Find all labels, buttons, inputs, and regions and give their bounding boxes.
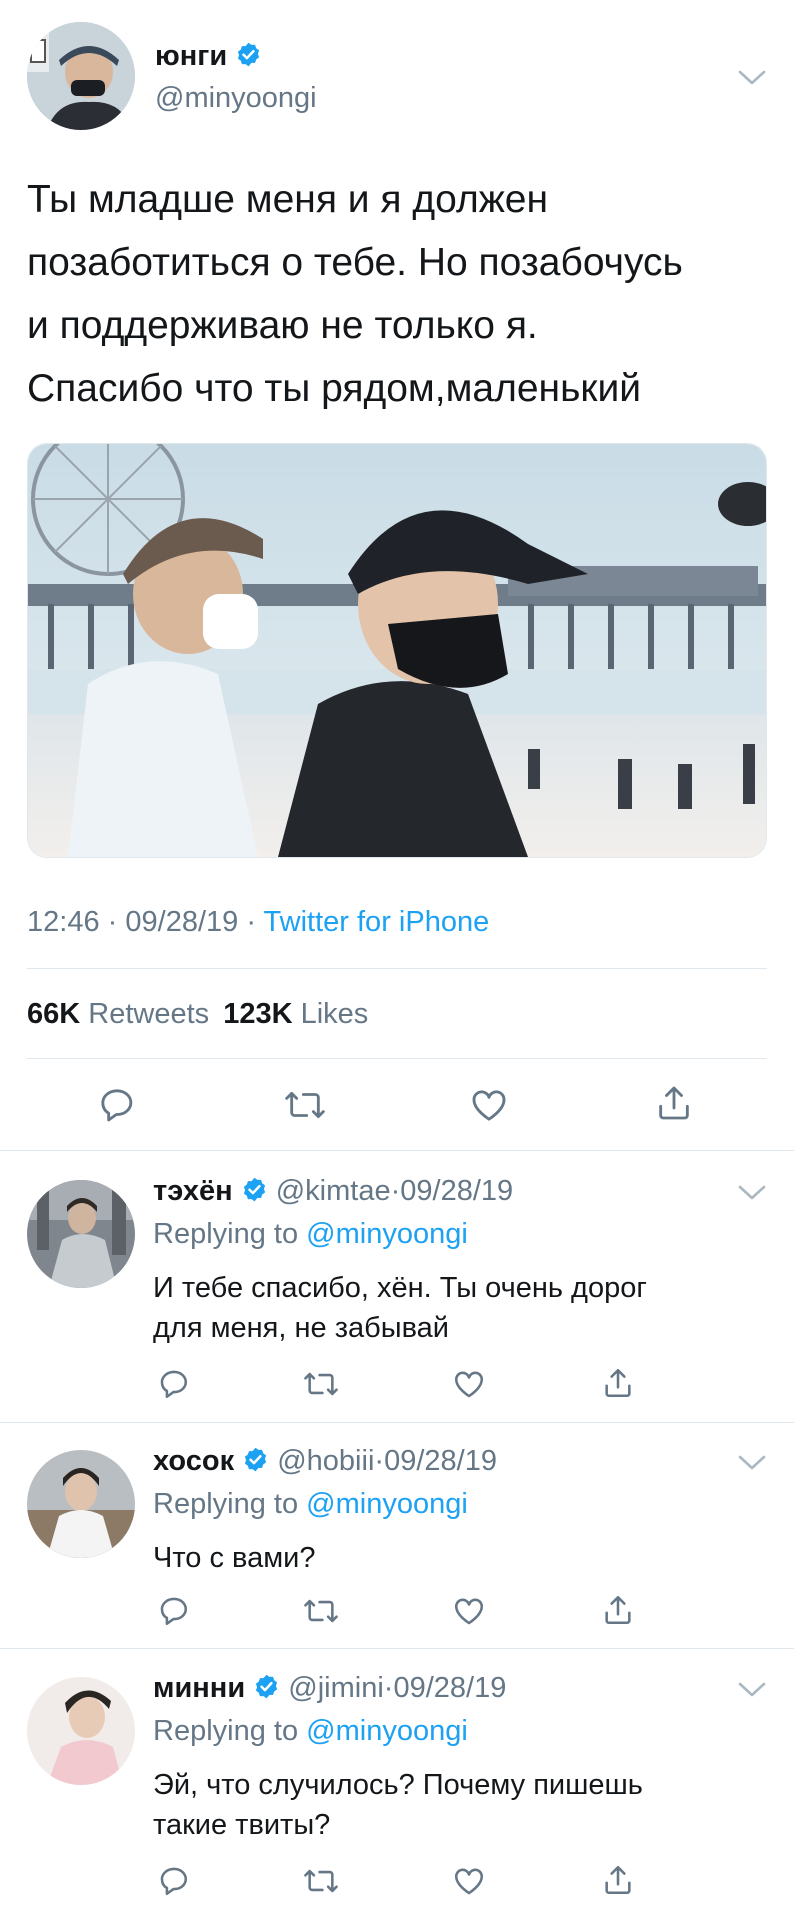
avatar[interactable] [27, 1450, 135, 1558]
heart-icon[interactable] [468, 1085, 510, 1125]
replying-to-handle[interactable]: @minyoongi [306, 1715, 468, 1747]
replying-to-label: Replying to [153, 1488, 299, 1520]
divider [27, 968, 767, 969]
display-name[interactable]: минни [153, 1672, 245, 1704]
avatar-photo [27, 22, 135, 130]
tweet-text-line: Спасибо что ты рядом,маленький [27, 367, 642, 410]
verified-icon [235, 41, 262, 68]
share-icon[interactable] [654, 1082, 694, 1124]
verified-icon [241, 1176, 268, 1203]
share-icon[interactable] [601, 1365, 635, 1401]
reply-header: хосок @hobiii·09/28/19 [153, 1445, 497, 1478]
separator: · [383, 1672, 394, 1704]
heart-icon[interactable] [451, 1864, 487, 1898]
tweet-stats: 66K Retweets 123K Likes [27, 998, 368, 1031]
reply-icon[interactable] [157, 1594, 191, 1628]
likes-count: 123K [223, 998, 293, 1030]
tweet-date: 09/28/19 [125, 906, 239, 938]
divider [27, 1058, 767, 1059]
tweet-timestamp: 12:46 · 09/28/19 · Twitter for iPhone [27, 906, 489, 939]
user-handle[interactable]: @hobiii [277, 1445, 374, 1477]
replying-to: Replying to @minyoongi [153, 1715, 468, 1748]
user-handle[interactable]: @minyoongi [155, 82, 317, 115]
reply-date: 09/28/19 [384, 1445, 497, 1477]
display-name[interactable]: тэхён [153, 1175, 233, 1207]
reply-header: тэхён @kimtae·09/28/19 [153, 1175, 513, 1208]
tweet-text: Ты младше меня и я должен позаботиться о… [27, 168, 683, 420]
chevron-down-icon[interactable] [737, 68, 767, 88]
tweet-media-image[interactable] [27, 443, 767, 858]
display-name-text: юнги [155, 40, 228, 72]
divider [0, 1150, 794, 1151]
replying-to-handle[interactable]: @minyoongi [306, 1488, 468, 1520]
avatar[interactable] [27, 1677, 135, 1785]
replying-to: Replying to @minyoongi [153, 1218, 468, 1251]
display-name[interactable]: юнги [155, 40, 262, 73]
beach-photo [28, 444, 766, 857]
separator: · [107, 906, 118, 938]
retweet-icon[interactable] [302, 1367, 340, 1401]
avatar[interactable] [27, 1180, 135, 1288]
user-handle[interactable]: @kimtae [276, 1175, 391, 1207]
reply-text: Что с вами? [153, 1538, 316, 1578]
separator: · [246, 906, 256, 938]
verified-icon [253, 1673, 280, 1700]
chevron-down-icon[interactable] [737, 1183, 767, 1203]
retweets-stat[interactable]: 66K Retweets [27, 998, 217, 1030]
divider [0, 1422, 794, 1423]
likes-stat[interactable]: 123K Likes [223, 998, 368, 1030]
replying-to: Replying to @minyoongi [153, 1488, 468, 1521]
heart-icon[interactable] [451, 1594, 487, 1628]
likes-label: Likes [300, 998, 369, 1030]
reply-text-line: Эй, что случилось? Почему пишешь [153, 1769, 643, 1801]
divider [0, 1648, 794, 1649]
replying-to-label: Replying to [153, 1715, 299, 1747]
share-icon[interactable] [601, 1592, 635, 1628]
retweet-icon[interactable] [283, 1085, 327, 1125]
reply-header: минни @jimini·09/28/19 [153, 1672, 506, 1705]
reply-text: И тебе спасибо, хён. Ты очень дорог для … [153, 1268, 647, 1348]
display-name[interactable]: хосок [153, 1445, 234, 1477]
reply-icon[interactable] [157, 1367, 191, 1401]
avatar[interactable] [27, 22, 135, 130]
tweet-source-link[interactable]: Twitter for iPhone [264, 906, 490, 938]
avatar-photo [27, 1450, 135, 1558]
retweet-icon[interactable] [302, 1864, 340, 1898]
replying-to-label: Replying to [153, 1218, 299, 1250]
verified-icon [242, 1446, 269, 1473]
reply-text-line: для меня, не забывай [153, 1312, 449, 1344]
user-handle[interactable]: @jimini [288, 1672, 384, 1704]
separator: · [374, 1445, 385, 1477]
reply-text: Эй, что случилось? Почему пишешь такие т… [153, 1765, 643, 1845]
avatar-photo [27, 1677, 135, 1785]
retweets-count: 66K [27, 998, 81, 1030]
tweet-text-line: позаботиться о тебе. Но позабочусь [27, 241, 683, 284]
retweet-icon[interactable] [302, 1594, 340, 1628]
reply-text-line: И тебе спасибо, хён. Ты очень дорог [153, 1272, 647, 1304]
share-icon[interactable] [601, 1862, 635, 1898]
chevron-down-icon[interactable] [737, 1680, 767, 1700]
retweets-label: Retweets [88, 998, 210, 1030]
replying-to-handle[interactable]: @minyoongi [306, 1218, 468, 1250]
reply-icon[interactable] [157, 1864, 191, 1898]
reply-text-line: Что с вами? [153, 1542, 316, 1574]
reply-date: 09/28/19 [393, 1672, 507, 1704]
tweet-time: 12:46 [27, 906, 100, 938]
tweet-text-line: Ты младше меня и я должен [27, 178, 549, 221]
separator: · [390, 1175, 401, 1207]
reply-text-line: такие твиты? [153, 1809, 331, 1841]
heart-icon[interactable] [451, 1367, 487, 1401]
tweet-text-line: и поддерживаю не только я. [27, 304, 538, 347]
avatar-photo [27, 1180, 135, 1288]
reply-icon[interactable] [97, 1085, 137, 1125]
reply-date: 09/28/19 [400, 1175, 514, 1207]
chevron-down-icon[interactable] [737, 1453, 767, 1473]
